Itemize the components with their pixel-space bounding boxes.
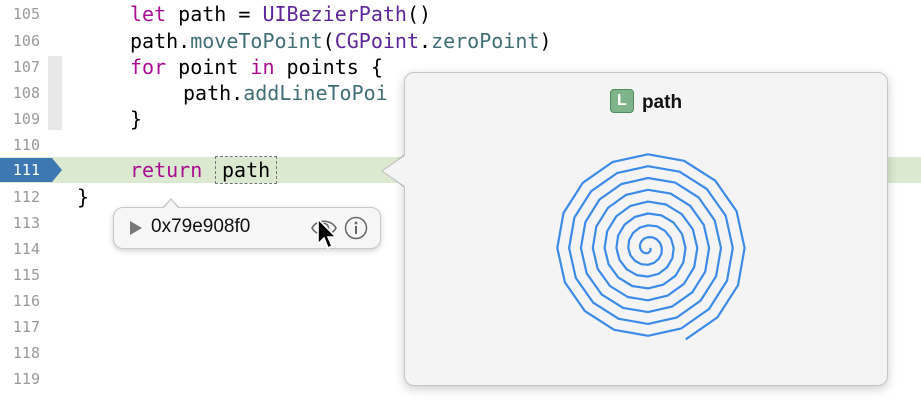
line-number: 113 — [12, 214, 40, 232]
hovered-token-path[interactable]: path — [222, 157, 270, 183]
quick-look-popover: Lpath — [404, 72, 888, 386]
info-icon[interactable] — [344, 216, 368, 240]
code-line-106[interactable]: path.moveToPoint(CGPoint.zeroPoint) — [130, 28, 551, 54]
mouse-cursor-icon — [317, 217, 338, 250]
code-line-107[interactable]: for point in points { — [130, 54, 383, 80]
datatip-value: 0x79e908f0 — [151, 216, 251, 237]
line-number: 114 — [12, 240, 40, 258]
line-number: 109 — [12, 110, 40, 128]
code-line-112[interactable]: } — [77, 184, 89, 210]
line-number: 119 — [12, 370, 40, 388]
datatip-arrow-inner — [163, 200, 179, 209]
line-number: 112 — [12, 188, 40, 206]
code-line-105[interactable]: let path = UIBezierPath() — [130, 1, 431, 27]
current-line-number[interactable]: 111 — [0, 158, 52, 182]
line-number: 105 — [12, 5, 40, 23]
line-number: 107 — [12, 58, 40, 76]
line-number: 108 — [12, 84, 40, 102]
line-number: 116 — [12, 292, 40, 310]
code-line-108[interactable]: path.addLineToPoi — [183, 80, 388, 106]
line-number: 115 — [12, 266, 40, 284]
popover-title: Lpath — [405, 89, 887, 115]
line-number: 106 — [12, 32, 40, 50]
popover-arrow-inner — [383, 155, 406, 187]
code-line-109[interactable]: } — [130, 106, 142, 132]
code-fold-ribbon[interactable] — [48, 56, 62, 130]
line-number: 117 — [12, 318, 40, 336]
disclosure-triangle-icon[interactable] — [130, 221, 142, 235]
line-number: 110 — [12, 136, 40, 154]
code-line-111[interactable]: return — [130, 157, 202, 183]
local-variable-badge-icon: L — [609, 89, 634, 113]
current-line-arrow — [52, 158, 62, 182]
bezier-path-spiral-preview — [556, 153, 746, 341]
line-number: 118 — [12, 344, 40, 362]
popover-title-text: path — [641, 92, 683, 114]
